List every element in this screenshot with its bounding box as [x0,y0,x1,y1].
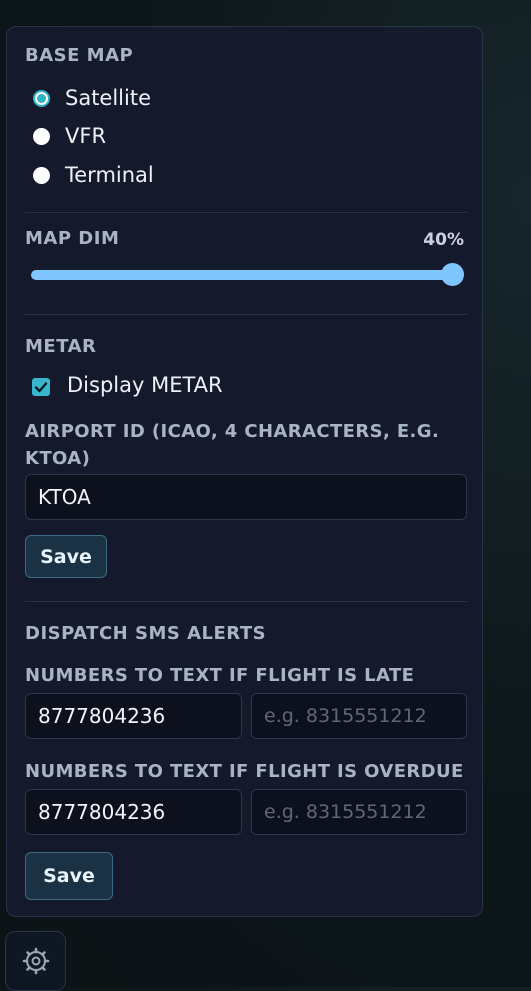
airport-id-input[interactable]: KTOA [25,474,467,520]
sms-save-button[interactable]: Save [25,852,113,900]
divider [25,601,467,602]
late-numbers-label: NUMBERS TO TEXT IF FLIGHT IS LATE [25,665,415,686]
map-dim-slider[interactable] [31,270,463,280]
radio-vfr[interactable]: VFR [33,124,106,148]
checkmark-icon [34,382,48,393]
map-settings-panel: BASE MAP Satellite VFR Terminal MAP DIM … [6,26,483,917]
divider [25,212,467,213]
overdue-number-input-1[interactable]: 8777804236 [25,789,242,835]
airport-id-label: AIRPORT ID (ICAO, 4 CHARACTERS, E.G. KTO… [25,421,440,469]
map-dim-value: 40% [423,230,464,250]
radio-label-terminal: Terminal [65,163,154,187]
metar-title: METAR [25,336,97,357]
radio-label-satellite: Satellite [65,86,152,110]
overdue-number-input-2[interactable]: e.g. 8315551212 [251,789,467,835]
radio-button-satellite[interactable] [33,89,50,107]
sms-alerts-title: DISPATCH SMS ALERTS [25,623,267,644]
radio-terminal[interactable]: Terminal [33,163,154,187]
metar-save-button[interactable]: Save [25,535,107,578]
overdue-numbers-label: NUMBERS TO TEXT IF FLIGHT IS OVERDUE [25,761,464,782]
map-dim-slider-thumb[interactable] [441,263,464,286]
display-metar-label: Display METAR [67,373,223,397]
late-number-input-2[interactable]: e.g. 8315551212 [251,693,467,739]
display-metar-checkbox[interactable] [32,378,50,396]
late-number-input-1[interactable]: 8777804236 [25,693,242,739]
gear-icon [22,947,49,975]
radio-button-terminal[interactable] [33,166,50,184]
radio-button-vfr[interactable] [33,127,50,145]
base-map-title: BASE MAP [25,45,134,66]
radio-label-vfr: VFR [65,124,107,148]
radio-satellite[interactable]: Satellite [33,86,151,110]
settings-button[interactable] [5,931,66,991]
divider [25,314,467,315]
map-dim-title: MAP DIM [25,228,120,249]
